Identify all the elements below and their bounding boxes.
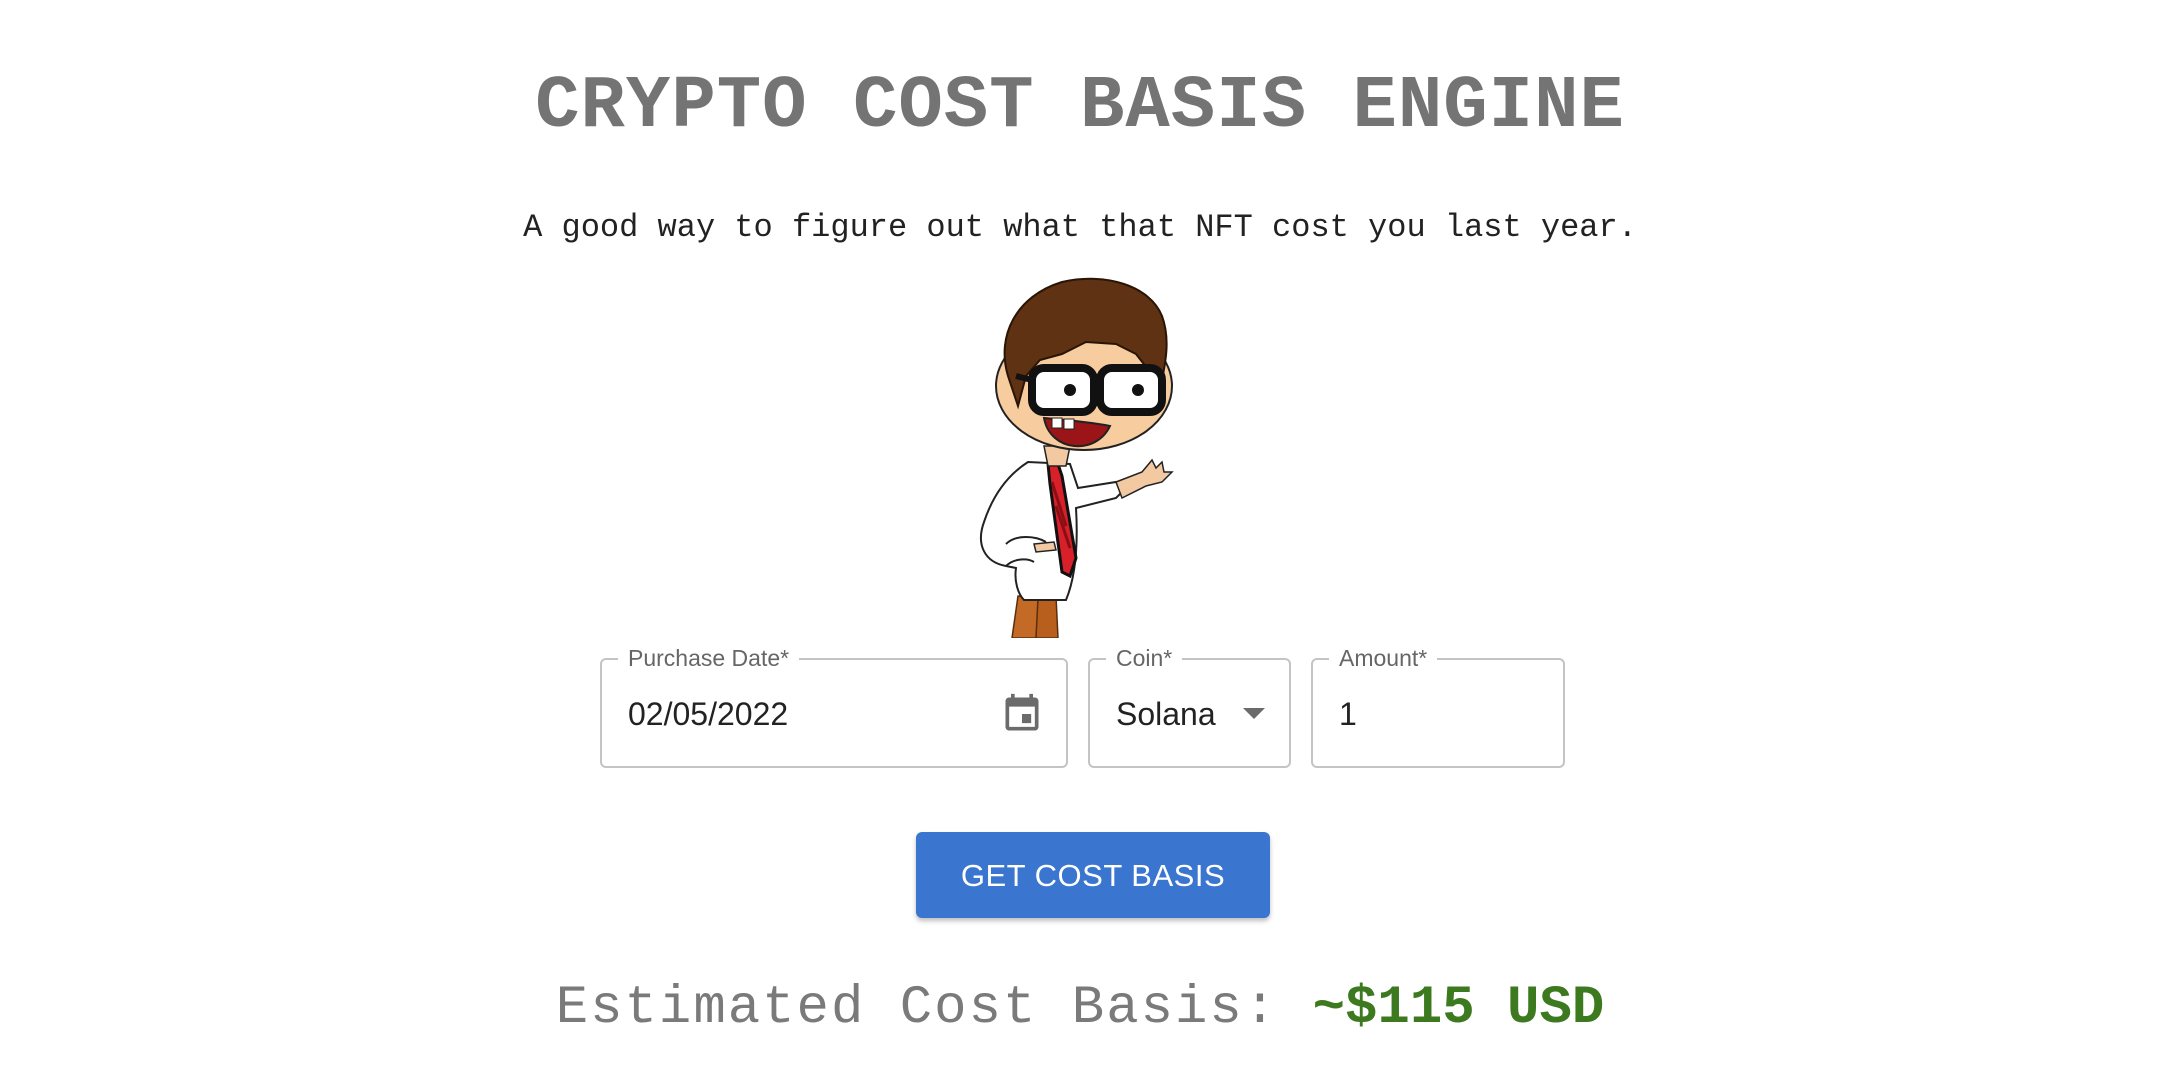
purchase-date-input[interactable]: 02/05/2022 xyxy=(628,694,788,734)
coin-select[interactable]: Coin* Solana xyxy=(1088,644,1291,768)
page-subtitle: A good way to figure out what that NFT c… xyxy=(523,209,1637,246)
page: CRYPTO COST BASIS ENGINE A good way to f… xyxy=(0,0,2160,1078)
purchase-date-label: Purchase Date* xyxy=(618,644,800,672)
page-title: CRYPTO COST BASIS ENGINE xyxy=(535,65,1625,149)
coin-selected-value[interactable]: Solana xyxy=(1116,694,1216,734)
result-value: ~$115 USD xyxy=(1312,978,1605,1039)
get-cost-basis-button[interactable]: GET COST BASIS xyxy=(916,832,1270,918)
coin-label: Coin* xyxy=(1106,644,1183,672)
nerd-mascot-illustration xyxy=(980,277,1174,638)
amount-input[interactable]: 1 xyxy=(1339,694,1357,734)
amount-label: Amount* xyxy=(1329,644,1438,672)
amount-field[interactable]: Amount* 1 xyxy=(1311,644,1565,768)
result-label: Estimated Cost Basis: xyxy=(555,978,1313,1039)
calendar-icon[interactable] xyxy=(1000,692,1044,736)
cost-basis-result: Estimated Cost Basis: ~$115 USD xyxy=(0,976,2160,1042)
purchase-date-field[interactable]: Purchase Date* 02/05/2022 xyxy=(600,644,1068,768)
chevron-down-icon[interactable] xyxy=(1243,708,1265,719)
